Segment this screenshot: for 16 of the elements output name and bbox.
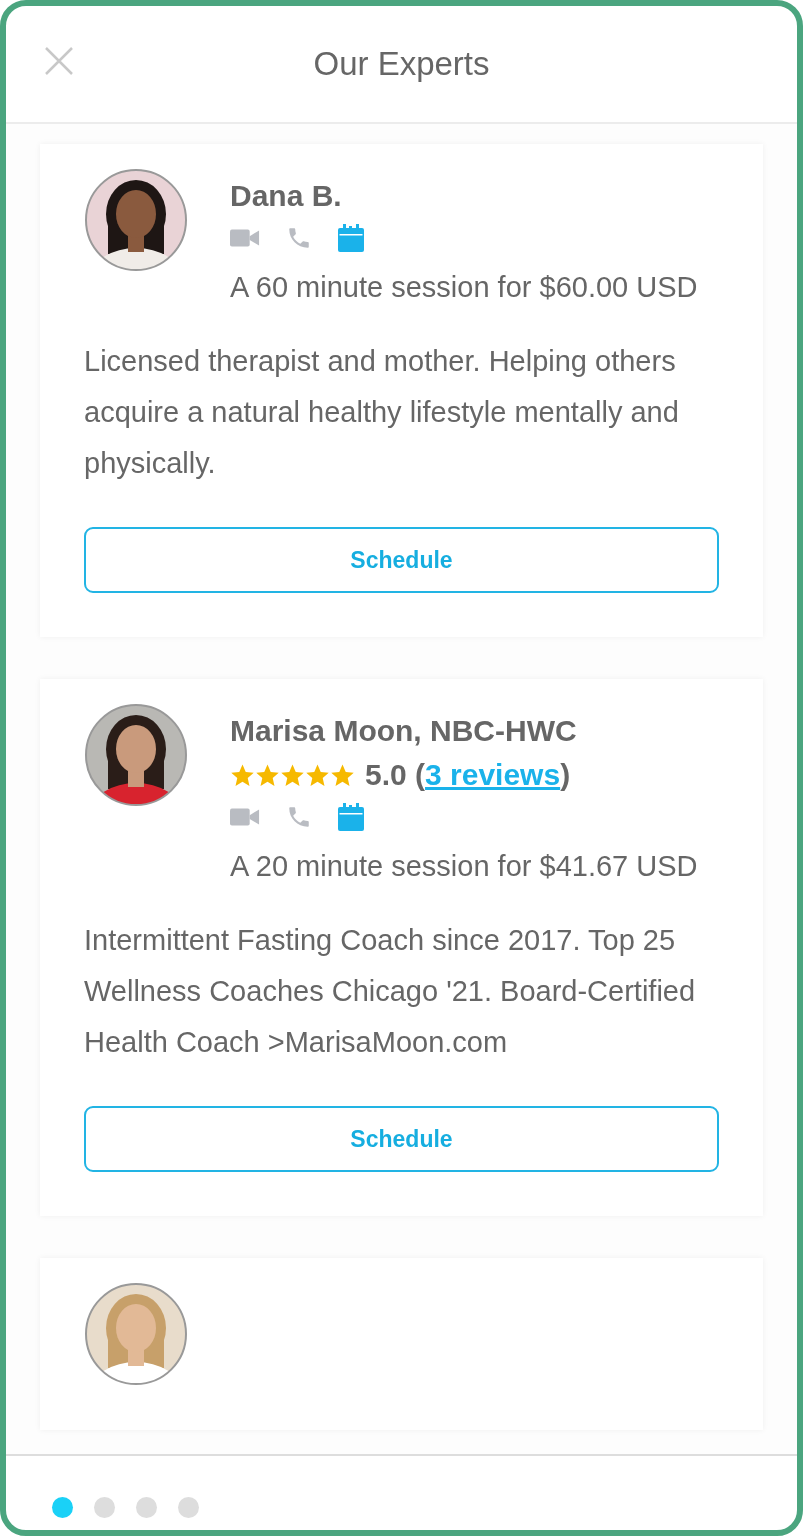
close-icon[interactable] — [44, 46, 74, 76]
page-dot[interactable] — [178, 1497, 199, 1518]
page-dot[interactable] — [94, 1497, 115, 1518]
schedule-button[interactable]: Schedule — [84, 1106, 719, 1172]
expert-name: Dana B. — [230, 178, 343, 214]
expert-bio: Licensed therapist and mother. Helping others acquire a natural healthy lifestyle mentally and physically. — [84, 344, 680, 481]
page-dot[interactable] — [136, 1497, 157, 1518]
schedule-button[interactable]: Schedule — [84, 527, 719, 593]
rating-text: 5.0 (3 reviews) — [365, 758, 571, 792]
reviews-link[interactable]: 3 reviews — [425, 758, 561, 791]
expert-name: Marisa Moon, NBC-HWC — [230, 713, 578, 749]
screen-title: Our Experts — [313, 45, 490, 83]
session-price: A 60 minute session for $60.00 USD — [230, 270, 699, 305]
page-dot[interactable] — [52, 1497, 73, 1518]
session-price: A 20 minute session for $41.67 USD — [230, 849, 699, 884]
expert-bio: Intermittent Fasting Coach since 2017. Top 25 Wellness Coaches Chicago '21. Board-Certified Health Coach >MarisaMoon.com — [84, 923, 697, 1060]
